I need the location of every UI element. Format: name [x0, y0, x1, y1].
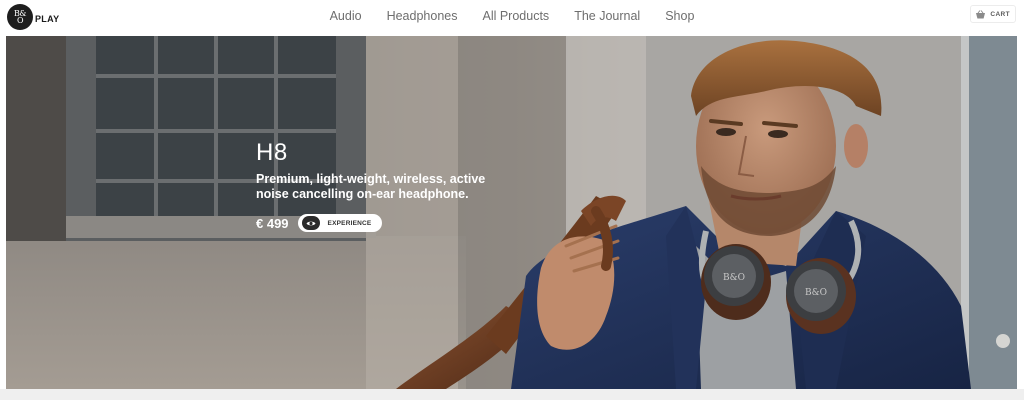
experience-button[interactable]: EXPERIENCE — [297, 214, 382, 232]
brand-logo[interactable]: B& O PLAY — [7, 4, 59, 30]
brand-name: PLAY — [35, 13, 60, 24]
nav-item-shop[interactable]: Shop — [653, 0, 707, 35]
svg-text:B&O: B&O — [805, 288, 827, 298]
nav-item-the-journal[interactable]: The Journal — [562, 0, 653, 35]
buy-row: € 499 EXPERIENCE — [256, 214, 496, 232]
cart-button[interactable]: CART — [970, 5, 1016, 23]
product-name: H8 — [256, 139, 288, 166]
main-nav: Audio Headphones All Products The Journa… — [0, 0, 1024, 35]
bottom-strip — [0, 389, 1024, 400]
hero-copy: H8 Premium, light-weight, wireless, acti… — [256, 140, 496, 232]
hero-banner[interactable]: B&O B&O H8 Premium, light-weight, wirele… — [6, 36, 1017, 389]
nav-item-all-products[interactable]: All Products — [470, 0, 562, 35]
product-tagline: Premium, light-weight, wireless, active … — [256, 172, 486, 201]
cart-label: CART — [990, 10, 1010, 18]
hero-photo: B&O B&O — [6, 36, 1017, 389]
basket-icon — [975, 9, 986, 19]
svg-text:B&O: B&O — [723, 273, 745, 283]
experience-label: EXPERIENCE — [327, 219, 372, 227]
right-gutter — [1017, 35, 1024, 389]
product-price: € 499 — [256, 215, 289, 231]
nav-item-audio[interactable]: Audio — [317, 0, 374, 35]
brand-mark-icon: B& O — [7, 4, 33, 30]
site-header: B& O PLAY Audio Headphones All Products … — [0, 0, 1024, 35]
nav-item-headphones[interactable]: Headphones — [374, 0, 470, 35]
eye-icon — [301, 216, 320, 230]
